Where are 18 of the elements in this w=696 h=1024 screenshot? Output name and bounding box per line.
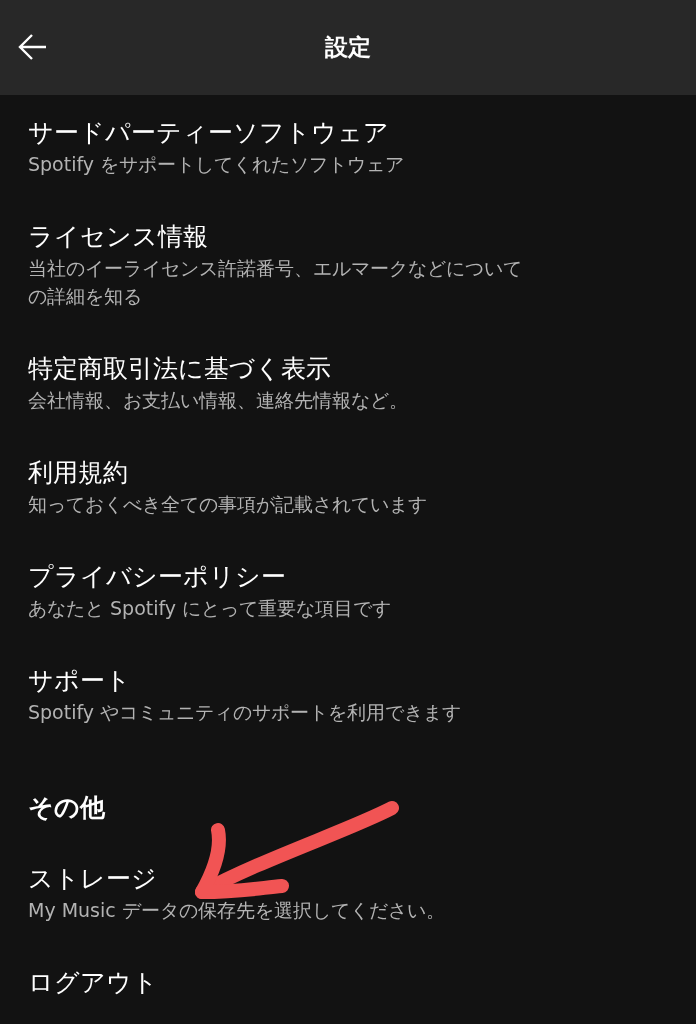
section-heading: その他 [28, 792, 106, 824]
setting-title[interactable]: ライセンス情報 [28, 220, 656, 254]
setting-title[interactable]: プライバシーポリシー [28, 560, 656, 594]
setting-description: My Music データの保存先を選択してください。 [28, 898, 446, 923]
setting-title[interactable]: サードパーティーソフトウェア [28, 116, 656, 150]
setting-title[interactable]: ログアウト [28, 966, 656, 1000]
back-arrow-icon[interactable] [18, 33, 48, 61]
setting-title[interactable]: サポート [28, 664, 656, 698]
page-title: 設定 [325, 33, 371, 63]
setting-title[interactable]: 特定商取引法に基づく表示 [28, 352, 656, 386]
setting-description: Spotify やコミュニティのサポートを利用できます [28, 700, 463, 725]
setting-title[interactable]: ストレージ [28, 862, 656, 896]
setting-description: 会社情報、お支払い情報、連絡先情報など。 [28, 388, 409, 413]
setting-title[interactable]: 利用規約 [28, 456, 656, 490]
setting-description: 当社のイーライセンス許諾番号、エルマークなどについての詳細を知る [28, 256, 523, 309]
setting-description: あなたと Spotify にとって重要な項目です [28, 596, 393, 621]
setting-description: 知っておくべき全ての事項が記載されています [28, 492, 428, 517]
setting-description: Spotify をサポートしてくれたソフトウェア [28, 152, 406, 177]
